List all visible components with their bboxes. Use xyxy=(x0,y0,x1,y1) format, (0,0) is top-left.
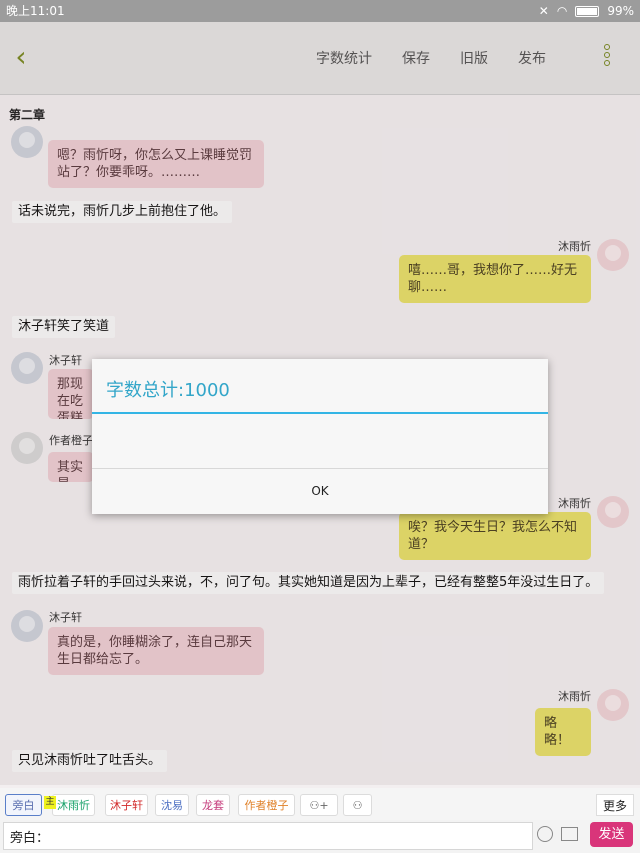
status-bar: 晚上11:01 ✕ ◠ 99% xyxy=(0,0,640,22)
mute-icon: ✕ xyxy=(538,4,549,18)
role-narration[interactable]: 旁白 xyxy=(5,794,42,816)
image-icon[interactable] xyxy=(561,827,578,841)
add-role-icon[interactable]: ⚇+ xyxy=(300,794,338,816)
send-button[interactable]: 发送 xyxy=(590,822,633,847)
role-longtao[interactable]: 龙套 xyxy=(196,794,230,816)
role-selector-bar: 旁白 沐雨忻 沐子轩 沈易 龙套 作者橙子 ⚇+ ⚇ xyxy=(0,788,640,820)
role-author[interactable]: 作者橙子 xyxy=(238,794,295,816)
battery-percent: 99% xyxy=(607,4,634,18)
more-button[interactable]: 更多 xyxy=(596,794,634,816)
emoji-icon[interactable] xyxy=(537,826,553,842)
role-shenyi[interactable]: 沈易 xyxy=(155,794,189,816)
dialog-title-divider xyxy=(92,412,548,414)
role-muzixuan[interactable]: 沐子轩 xyxy=(105,794,148,816)
main-role-marker: 主 xyxy=(44,796,56,809)
word-count-dialog: 字数总计:1000 OK xyxy=(92,359,548,514)
status-time: 晚上11:01 xyxy=(6,4,65,18)
role-muyuxin[interactable]: 沐雨忻 xyxy=(52,794,95,816)
wifi-icon: ◠ xyxy=(556,4,568,18)
ok-button[interactable]: OK xyxy=(92,469,548,514)
battery-icon xyxy=(575,5,600,17)
message-input[interactable]: 旁白： xyxy=(3,822,533,850)
dialog-title: 字数总计:1000 xyxy=(106,380,230,401)
person-icon[interactable]: ⚇ xyxy=(343,794,372,816)
